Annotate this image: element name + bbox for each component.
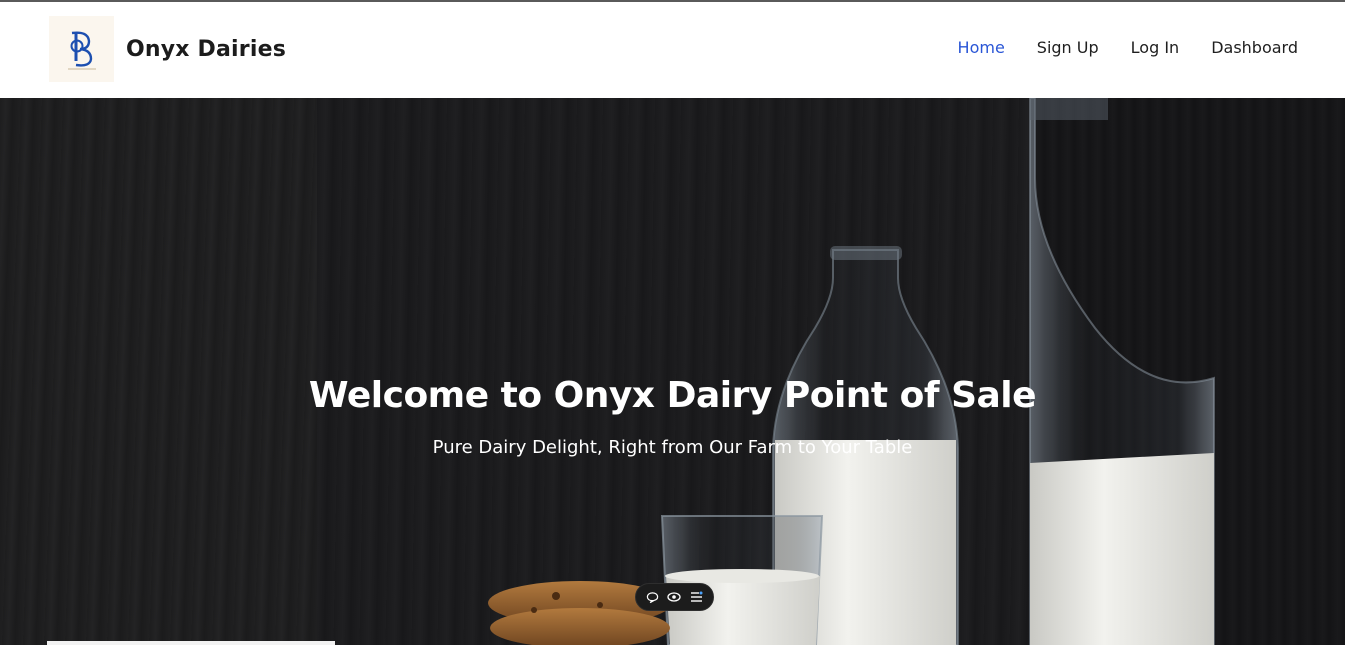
hero-subtitle: Pure Dairy Delight, Right from Our Farm … <box>432 437 913 458</box>
nav-log-in[interactable]: Log In <box>1131 38 1180 57</box>
nav-sign-up[interactable]: Sign Up <box>1037 38 1099 57</box>
nav-dashboard[interactable]: Dashboard <box>1211 38 1298 57</box>
od-monogram-logo <box>49 16 114 82</box>
main-nav: Home Sign Up Log In Dashboard <box>958 38 1298 57</box>
brand[interactable]: Onyx Dairies <box>49 16 286 82</box>
menu-list-icon[interactable] <box>688 589 704 605</box>
nav-home[interactable]: Home <box>958 38 1005 57</box>
site-header: Onyx Dairies Home Sign Up Log In Dashboa… <box>0 2 1345 98</box>
hero-title: Welcome to Onyx Dairy Point of Sale <box>308 375 1037 416</box>
comment-icon[interactable] <box>645 589 661 605</box>
brand-name: Onyx Dairies <box>126 36 287 62</box>
floating-toolbar <box>635 583 714 611</box>
hero-banner: Welcome to Onyx Dairy Point of Sale Pure… <box>0 98 1345 645</box>
scroll-indicator <box>47 641 335 645</box>
eye-icon[interactable] <box>666 589 682 605</box>
hero-image-milk-bottles <box>488 98 1215 645</box>
